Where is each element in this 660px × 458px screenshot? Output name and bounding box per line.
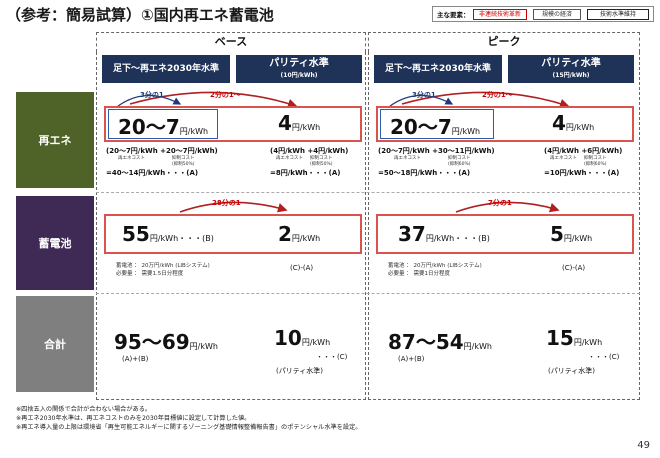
renewable-base-right-result: =8円/kWh・・・(A) bbox=[270, 169, 341, 177]
battery-base-note: 蓄電池 ： 20万円/kWh (LIBシステム) bbox=[116, 263, 210, 269]
formula-note: 抑制コスト (抑制60%) bbox=[448, 156, 471, 167]
page-title: （参考：簡易試算）①国内再エネ蓄電池 bbox=[6, 6, 274, 24]
battery-base-right-note: (C)-(A) bbox=[290, 264, 314, 272]
renewable-base-left-result: =40～14円/kWh・・・(A) bbox=[106, 169, 199, 177]
renewable-base-right-value: 4円/kWh bbox=[278, 111, 321, 135]
total-base-right-note: ・・・(C) bbox=[316, 353, 348, 361]
footnote: ※再エネ導入量の上限は環境省「再生可能エネルギーに関するゾーニング基礎情報整備報… bbox=[16, 424, 362, 431]
formula-note: 抑制コスト (抑制50%) bbox=[310, 156, 333, 167]
battery-peak-right-value: 5円/kWh bbox=[550, 222, 593, 246]
ratio-label: 2分の1～ bbox=[482, 91, 513, 99]
legend-item-maintain: 技術水準維持 bbox=[587, 9, 649, 20]
row-label-battery: 蓄電池 bbox=[16, 196, 94, 290]
renewable-base-left-value: 20～7円/kWh bbox=[118, 115, 209, 139]
peak-left-header: 足下～再エネ2030年水準 bbox=[374, 55, 502, 83]
base-left-header: 足下～再エネ2030年水準 bbox=[102, 55, 230, 83]
renewable-peak-right-value: 4円/kWh bbox=[552, 111, 595, 135]
legend-label: 主な要素： bbox=[437, 11, 470, 19]
total-peak-right-note: ・・・(C) bbox=[588, 353, 620, 361]
row-label-renewable: 再エネ bbox=[16, 92, 94, 188]
formula-note: 抑制コスト (抑制60%) bbox=[584, 156, 607, 167]
total-base-left-value: 95～69円/kWh bbox=[114, 330, 218, 354]
ratio-label: 3分の1 bbox=[140, 91, 164, 99]
formula-note: 再エネコスト bbox=[550, 156, 577, 161]
total-peak-right-note: (パリティ水準) bbox=[548, 367, 596, 375]
row-divider bbox=[96, 293, 640, 294]
total-peak-left-note: (A)+(B) bbox=[398, 355, 425, 363]
ratio-label: 3分の1 bbox=[412, 91, 436, 99]
base-header: ベース bbox=[96, 32, 366, 52]
renewable-peak-left-result: =50～18円/kWh・・・(A) bbox=[378, 169, 471, 177]
formula-note: 再エネコスト bbox=[276, 156, 303, 161]
page-number: 49 bbox=[637, 440, 650, 451]
renewable-peak-right-result: =10円/kWh・・・(A) bbox=[544, 169, 620, 177]
ratio-label: 28分の1 bbox=[212, 199, 241, 207]
peak-right-header: パリティ水準 (15円/kWh) bbox=[508, 55, 634, 83]
formula-note: 再エネコスト bbox=[118, 156, 145, 161]
battery-base-left-value: 55円/kWh・・・(B) bbox=[122, 222, 214, 246]
formula-note: 再エネコスト bbox=[394, 156, 421, 161]
battery-peak-left-value: 37円/kWh・・・(B) bbox=[398, 222, 490, 246]
legend: 主な要素： 非連続技術革新 規模の経済 技術水準維持 bbox=[432, 6, 654, 22]
formula-note: 抑制コスト (抑制50%) bbox=[172, 156, 195, 167]
battery-base-note: 必要量 ： 需要1.5日分程度 bbox=[116, 271, 184, 277]
legend-item-scale: 規模の経済 bbox=[533, 9, 581, 20]
ratio-label: 7分の1 bbox=[488, 199, 512, 207]
total-peak-left-value: 87～54円/kWh bbox=[388, 330, 492, 354]
total-base-right-value: 10円/kWh bbox=[274, 326, 331, 350]
base-right-header: パリティ水準 (10円/kWh) bbox=[236, 55, 362, 83]
legend-item-discontinuous: 非連続技術革新 bbox=[473, 9, 527, 20]
battery-base-right-value: 2円/kWh bbox=[278, 222, 321, 246]
battery-peak-note: 必要量 ： 需要1日分程度 bbox=[388, 271, 450, 277]
ratio-label: 2分の1～ bbox=[210, 91, 241, 99]
battery-peak-right-note: (C)-(A) bbox=[562, 264, 586, 272]
total-base-right-note: (パリティ水準) bbox=[276, 367, 324, 375]
row-label-total: 合計 bbox=[16, 296, 94, 392]
total-base-left-note: (A)+(B) bbox=[122, 355, 149, 363]
total-peak-right-value: 15円/kWh bbox=[546, 326, 603, 350]
peak-header: ピーク bbox=[368, 32, 640, 52]
renewable-peak-left-value: 20～7円/kWh bbox=[390, 115, 481, 139]
footnote: ※四捨五入の関係で合計が合わない場合がある。 bbox=[16, 406, 152, 413]
footnote: ※再エネ2030年水準は、再エネコストのみを2030年目標値に設定して計算した値… bbox=[16, 415, 251, 422]
battery-peak-note: 蓄電池 ： 20万円/kWh (LIBシステム) bbox=[388, 263, 482, 269]
